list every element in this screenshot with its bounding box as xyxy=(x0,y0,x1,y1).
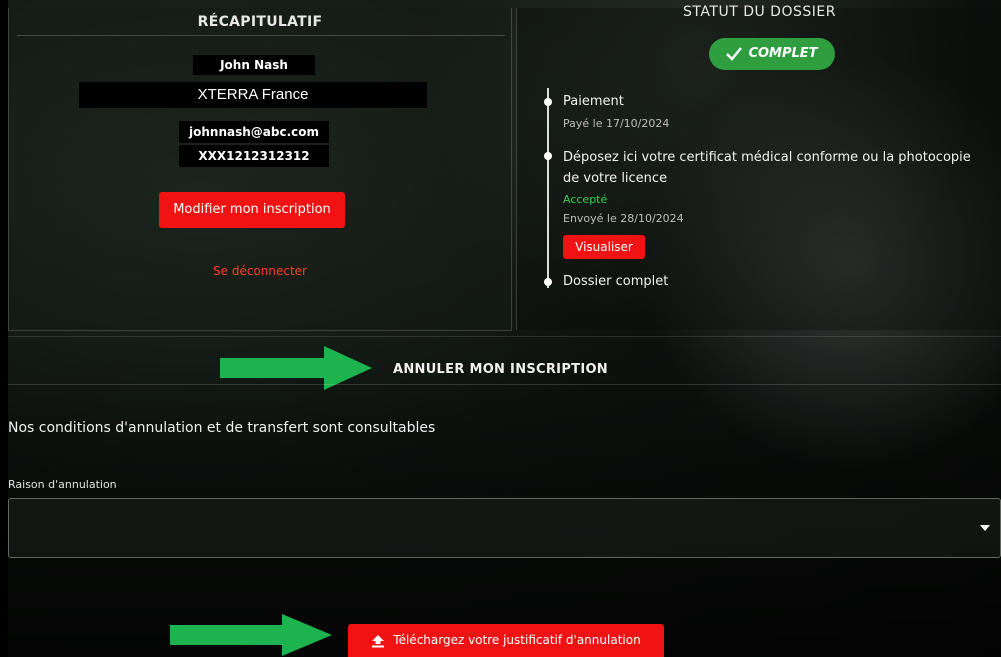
step-certificate-status: Accepté xyxy=(563,193,608,206)
arrow-right-icon xyxy=(170,614,332,656)
status-panel: STATUT DU DOSSIER COMPLET Paiement Payé … xyxy=(516,4,1001,330)
user-name: John Nash xyxy=(193,55,315,75)
timeline-dot xyxy=(544,152,552,160)
step-complete-label: Dossier complet xyxy=(563,274,669,289)
recap-title: RÉCAPITULATIF xyxy=(197,14,323,30)
cancel-divider xyxy=(8,384,1001,385)
cancellation-reason-select[interactable] xyxy=(8,498,1001,558)
cancel-title: ANNULER MON INSCRIPTION xyxy=(392,362,608,377)
step-certificate-label-2: de votre licence xyxy=(563,171,668,186)
user-email: johnnash@abc.com xyxy=(179,121,329,143)
status-badge: COMPLET xyxy=(709,38,835,70)
section-divider xyxy=(8,336,1001,337)
step-certificate-label-1: Déposez ici votre certificat médical con… xyxy=(563,150,971,165)
upload-cancellation-proof-button[interactable]: Téléchargez votre justificatif d'annulat… xyxy=(348,624,664,657)
upload-button-label: Téléchargez votre justificatif d'annulat… xyxy=(393,633,641,647)
modify-registration-button[interactable]: Modifier mon inscription xyxy=(159,192,345,228)
step-certificate-date: Envoyé le 28/10/2024 xyxy=(563,212,684,225)
recap-divider xyxy=(17,35,505,36)
user-company: XTERRA France xyxy=(79,82,427,108)
left-edge xyxy=(0,0,8,657)
user-code: XXX1212312312 xyxy=(179,145,329,167)
cancellation-conditions-text: Nos conditions d'annulation et de transf… xyxy=(8,420,436,436)
logout-link[interactable]: Se déconnecter xyxy=(9,264,511,278)
step-payment-label: Paiement xyxy=(563,94,624,109)
recap-panel: RÉCAPITULATIF John Nash XTERRA France jo… xyxy=(8,8,512,331)
status-badge-label: COMPLET xyxy=(748,46,818,61)
view-certificate-button[interactable]: Visualiser xyxy=(563,235,645,259)
timeline-dot xyxy=(544,278,552,286)
upload-icon xyxy=(372,634,385,647)
timeline-dot xyxy=(544,98,552,106)
status-title: STATUT DU DOSSIER xyxy=(683,4,836,20)
step-payment-date: Payé le 17/10/2024 xyxy=(563,117,670,130)
timeline-line xyxy=(547,88,549,288)
cancellation-reason-label: Raison d'annulation xyxy=(8,478,117,491)
chevron-down-icon xyxy=(980,525,990,531)
check-icon xyxy=(726,46,743,61)
